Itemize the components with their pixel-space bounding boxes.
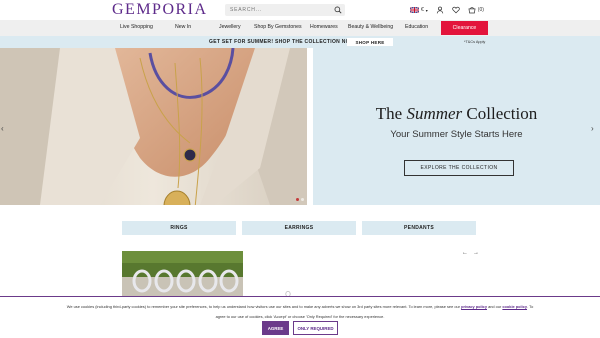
basket[interactable]: (0) bbox=[468, 6, 484, 14]
cookie-message: We use cookies (including third-party co… bbox=[66, 304, 534, 319]
hero-panel: The Summer Collection Your Summer Style … bbox=[313, 48, 600, 205]
search-icon[interactable] bbox=[334, 6, 342, 14]
privacy-policy-link[interactable]: privacy policy bbox=[461, 304, 487, 309]
category-earrings[interactable]: EARRINGS bbox=[242, 221, 356, 235]
carousel-dots bbox=[296, 198, 304, 201]
shop-here-button[interactable]: SHOP HERE bbox=[347, 38, 393, 46]
main-nav: Live Shopping New In Jewellery Shop By G… bbox=[0, 20, 600, 36]
nav-jewellery[interactable]: Jewellery bbox=[219, 24, 241, 30]
nav-beauty-wellbeing[interactable]: Beauty & Wellbeing bbox=[348, 24, 393, 30]
promo-text: GET SET FOR SUMMER! SHOP THE COLLECTION … bbox=[209, 39, 357, 45]
cookie-policy-link[interactable]: cookie policy bbox=[502, 304, 527, 309]
carousel-dot[interactable] bbox=[296, 198, 299, 201]
product-image-rings[interactable] bbox=[122, 251, 243, 297]
hero-subtitle: Your Summer Style Starts Here bbox=[390, 129, 523, 140]
nav-clearance[interactable]: Clearance bbox=[441, 21, 488, 35]
wishlist-heart-icon[interactable] bbox=[452, 6, 460, 14]
hero-image[interactable] bbox=[0, 48, 307, 205]
carousel-next-arrow-icon[interactable]: › bbox=[591, 124, 599, 134]
nav-new-in[interactable]: New In bbox=[175, 24, 191, 30]
category-rings[interactable]: RINGS bbox=[122, 221, 236, 235]
agree-button[interactable]: AGREE bbox=[262, 321, 289, 335]
nav-shop-by-gemstones[interactable]: Shop By Gemstones bbox=[254, 24, 302, 30]
currency-label: € bbox=[421, 7, 424, 13]
only-required-button[interactable]: ONLY REQUIRED bbox=[293, 321, 338, 335]
promo-banner: GET SET FOR SUMMER! SHOP THE COLLECTION … bbox=[0, 36, 600, 48]
nav-homewares[interactable]: Homewares bbox=[310, 24, 338, 30]
header-actions: € ▾ (0) bbox=[410, 4, 484, 16]
search-input[interactable] bbox=[230, 6, 330, 14]
explore-collection-button[interactable]: EXPLORE THE COLLECTION bbox=[404, 160, 514, 176]
uk-flag-icon bbox=[410, 7, 419, 13]
category-pendants[interactable]: PENDANTS bbox=[362, 221, 476, 235]
arrow-right-icon[interactable]: → bbox=[473, 250, 479, 256]
search-bar[interactable] bbox=[225, 4, 345, 16]
cookie-banner: We use cookies (including third-party co… bbox=[0, 296, 600, 338]
carousel-dot[interactable] bbox=[301, 198, 304, 201]
cart-count: (0) bbox=[477, 7, 484, 13]
rings-photo bbox=[122, 251, 243, 297]
gemporia-logo[interactable]: GEMPORIA bbox=[112, 1, 208, 19]
arrow-left-icon[interactable]: ← bbox=[462, 250, 468, 256]
header: GEMPORIA € ▾ bbox=[0, 0, 600, 20]
carousel-prev-arrow-icon[interactable]: ‹ bbox=[1, 124, 9, 134]
hero-title: The Summer Collection bbox=[375, 104, 538, 123]
basket-icon bbox=[468, 7, 476, 14]
hero-necklaces-photo bbox=[0, 48, 307, 205]
nav-live-shopping[interactable]: Live Shopping bbox=[120, 24, 153, 30]
account-icon[interactable] bbox=[436, 6, 444, 14]
promo-terms[interactable]: *T&Cs Apply bbox=[464, 40, 485, 44]
nav-education[interactable]: Education bbox=[405, 24, 428, 30]
currency-selector[interactable]: € ▾ bbox=[410, 7, 428, 13]
product-carousel-arrows: ← → bbox=[462, 250, 479, 256]
chevron-down-icon: ▾ bbox=[425, 7, 428, 13]
